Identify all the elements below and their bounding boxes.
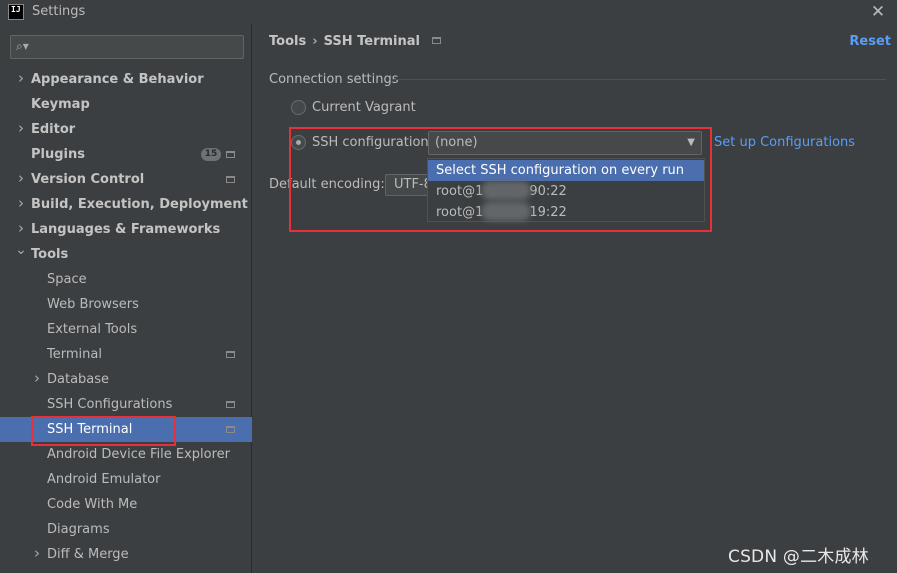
sidebar-item-label: Build, Execution, Deployment bbox=[31, 197, 248, 212]
project-level-icon bbox=[226, 401, 235, 408]
sidebar-item-label: Appearance & Behavior bbox=[31, 72, 204, 87]
ssh-configuration-label[interactable]: SSH configuration bbox=[312, 135, 429, 150]
search-icon: ⌕▾ bbox=[16, 39, 29, 53]
chevron-down-icon[interactable]: ⌄ bbox=[15, 238, 27, 263]
close-button[interactable]: ✕ bbox=[867, 1, 889, 23]
breadcrumb-parent[interactable]: Tools bbox=[269, 34, 306, 49]
reset-link[interactable]: Reset bbox=[849, 34, 891, 49]
sidebar-item-version-control[interactable]: › Version Control bbox=[0, 167, 252, 192]
chevron-right-icon[interactable]: › bbox=[15, 66, 27, 91]
default-encoding-label: Default encoding: bbox=[269, 177, 385, 192]
breadcrumb-current: SSH Terminal bbox=[323, 34, 420, 49]
dropdown-item-port: 19:22 bbox=[529, 205, 567, 220]
sidebar-item-label: External Tools bbox=[47, 322, 138, 337]
watermark: CSDN @二木成林 bbox=[728, 547, 869, 567]
chevron-right-icon[interactable]: › bbox=[15, 166, 27, 191]
sidebar-item-label: Diff & Merge bbox=[47, 547, 129, 562]
chevron-right-icon[interactable]: › bbox=[31, 366, 43, 391]
sidebar-item-label: SSH Configurations bbox=[47, 397, 173, 412]
chevron-right-icon[interactable]: › bbox=[15, 116, 27, 141]
sidebar-item-label: Editor bbox=[31, 122, 76, 137]
dropdown-item-label: root@1 bbox=[436, 205, 484, 220]
project-level-icon bbox=[226, 151, 235, 158]
dropdown-item-host-2[interactable]: root@1 19:22 bbox=[428, 202, 704, 223]
title-bar: IJ Settings ✕ bbox=[0, 0, 897, 24]
chevron-right-icon[interactable]: › bbox=[15, 191, 27, 216]
sidebar-item-editor[interactable]: › Editor bbox=[0, 117, 252, 142]
sidebar-item-label: Android Emulator bbox=[47, 472, 161, 487]
breadcrumb-separator: › bbox=[312, 34, 318, 49]
sidebar-item-label: Plugins bbox=[31, 147, 85, 162]
settings-search-box[interactable]: ⌕▾ bbox=[10, 35, 244, 59]
section-divider bbox=[392, 79, 886, 80]
current-vagrant-label[interactable]: Current Vagrant bbox=[312, 100, 416, 115]
sidebar-item-keymap[interactable]: Keymap bbox=[0, 92, 252, 117]
sidebar-item-plugins[interactable]: Plugins 15 bbox=[0, 142, 252, 167]
sidebar-item-database[interactable]: › Database bbox=[0, 367, 252, 392]
sidebar-item-android-device-file-explorer[interactable]: Android Device File Explorer bbox=[0, 442, 252, 467]
sidebar-item-label: SSH Terminal bbox=[47, 422, 133, 437]
default-encoding-combo[interactable]: UTF-8 bbox=[385, 174, 427, 196]
sidebar-item-label: Web Browsers bbox=[47, 297, 139, 312]
dropdown-item-host-1[interactable]: root@1 90:22 bbox=[428, 181, 704, 202]
sidebar-item-terminal[interactable]: Terminal bbox=[0, 342, 252, 367]
sidebar-item-android-emulator[interactable]: Android Emulator bbox=[0, 467, 252, 492]
sidebar-item-label: Terminal bbox=[47, 347, 102, 362]
sidebar-item-label: Keymap bbox=[31, 97, 90, 112]
sidebar-item-label: Languages & Frameworks bbox=[31, 222, 221, 237]
sidebar-item-label: Code With Me bbox=[47, 497, 138, 512]
ssh-configuration-combo[interactable]: (none) ▼ bbox=[428, 131, 702, 155]
chevron-down-icon[interactable]: ▼ bbox=[687, 132, 695, 154]
settings-content: Tools › SSH Terminal Reset Connection sett… bbox=[253, 24, 897, 573]
sidebar-item-external-tools[interactable]: External Tools bbox=[0, 317, 252, 342]
dropdown-item-label: Select SSH configuration on every run bbox=[436, 163, 685, 178]
current-vagrant-radio[interactable] bbox=[291, 100, 306, 115]
sidebar-item-label: Database bbox=[47, 372, 110, 387]
project-level-icon bbox=[226, 176, 235, 183]
connection-settings-title: Connection settings bbox=[269, 72, 399, 87]
sidebar-item-ssh-configurations[interactable]: SSH Configurations bbox=[0, 392, 252, 417]
updates-count-badge: 15 bbox=[201, 148, 221, 161]
sidebar-item-languages-frameworks[interactable]: › Languages & Frameworks bbox=[0, 217, 252, 242]
breadcrumb: Tools › SSH Terminal bbox=[269, 34, 441, 49]
sidebar-item-web-browsers[interactable]: Web Browsers bbox=[0, 292, 252, 317]
settings-search-input[interactable] bbox=[35, 37, 239, 57]
sidebar-item-code-with-me[interactable]: Code With Me bbox=[0, 492, 252, 517]
sidebar-item-diff-merge[interactable]: › Diff & Merge bbox=[0, 542, 252, 567]
sidebar-item-build-execution-deployment[interactable]: › Build, Execution, Deployment bbox=[0, 192, 252, 217]
project-level-icon bbox=[226, 426, 235, 433]
sidebar-item-appearance-behavior[interactable]: › Appearance & Behavior bbox=[0, 67, 252, 92]
sidebar-item-label: Space bbox=[47, 272, 87, 287]
ssh-configuration-radio[interactable] bbox=[291, 135, 306, 150]
sidebar-item-diagrams[interactable]: Diagrams bbox=[0, 517, 252, 542]
sidebar-item-ssh-terminal[interactable]: SSH Terminal bbox=[0, 417, 252, 442]
sidebar-item-label: Version Control bbox=[31, 172, 145, 187]
sidebar-item-label: Android Device File Explorer bbox=[47, 447, 230, 462]
dropdown-item-port: 90:22 bbox=[529, 184, 567, 199]
ssh-configuration-dropdown: Select SSH configuration on every run ro… bbox=[427, 158, 705, 222]
settings-sidebar: ⌕▾ › Appearance & Behavior Keymap › Editor Pl… bbox=[0, 24, 252, 573]
project-level-icon bbox=[226, 351, 235, 358]
window-title: Settings bbox=[32, 4, 86, 19]
sidebar-item-label: Tools bbox=[31, 247, 69, 262]
ssh-configuration-combo-value: (none) bbox=[435, 135, 478, 150]
setup-configurations-link[interactable]: Set up Configurations bbox=[714, 135, 855, 150]
chevron-right-icon[interactable]: › bbox=[31, 541, 43, 566]
dropdown-item-select-every-run[interactable]: Select SSH configuration on every run bbox=[428, 160, 704, 181]
redacted-blur bbox=[481, 181, 532, 200]
dropdown-item-label: root@1 bbox=[436, 184, 484, 199]
sidebar-item-label: Diagrams bbox=[47, 522, 110, 537]
sidebar-item-tools[interactable]: ⌄ Tools bbox=[0, 242, 252, 267]
redacted-blur bbox=[481, 202, 532, 221]
sidebar-item-space[interactable]: Space bbox=[0, 267, 252, 292]
intellij-logo-icon: IJ bbox=[8, 4, 24, 20]
project-level-icon bbox=[431, 37, 441, 44]
